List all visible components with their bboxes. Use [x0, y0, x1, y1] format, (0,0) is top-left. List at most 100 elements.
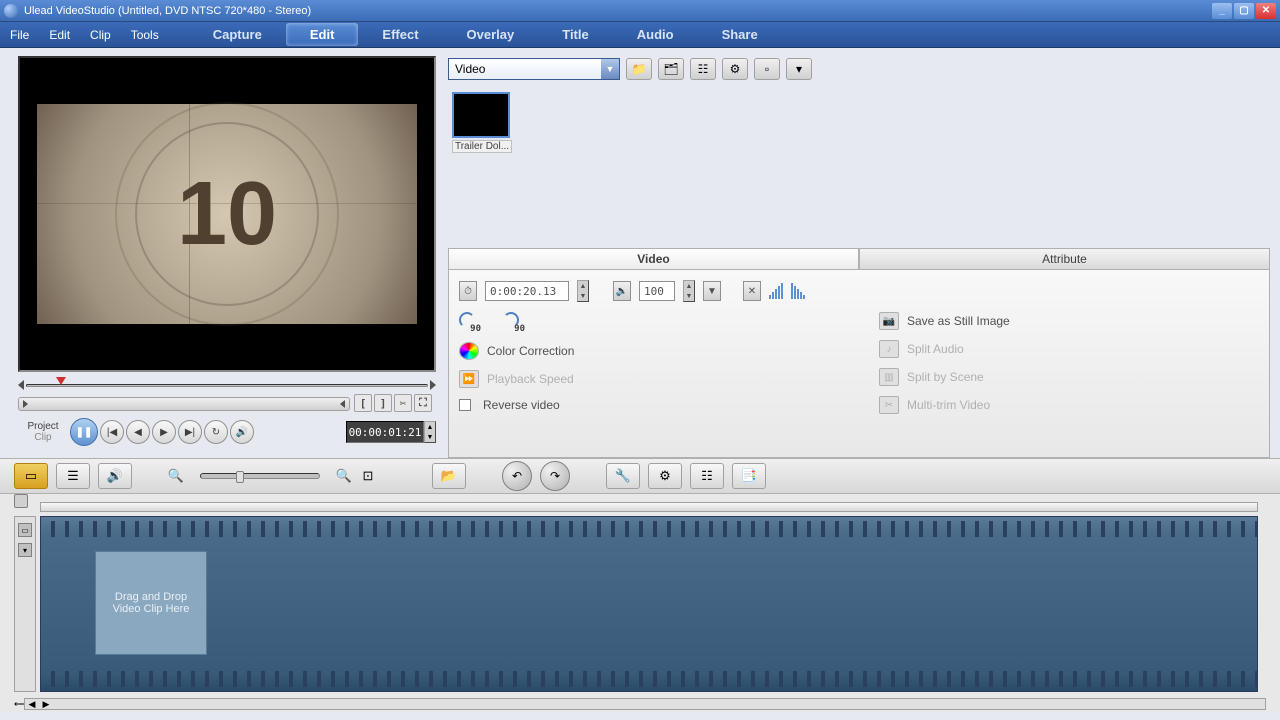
- system-volume-button[interactable]: 🔊: [230, 420, 254, 444]
- split-audio-button[interactable]: ♪ Split Audio: [879, 340, 1259, 358]
- trim-bar[interactable]: [18, 397, 350, 411]
- step-capture[interactable]: Capture: [189, 23, 286, 46]
- options-tabs: Video Attribute: [448, 248, 1270, 270]
- fit-project-button[interactable]: ⊡: [360, 463, 376, 489]
- duration-spinner[interactable]: ▲▼: [577, 280, 589, 302]
- rotate-buttons: 90 90: [459, 312, 839, 332]
- preview-window[interactable]: 10: [18, 56, 436, 372]
- split-clip-button[interactable]: ✂: [394, 394, 412, 412]
- zoom-in-icon[interactable]: 🔍: [336, 463, 352, 489]
- library-clip-1[interactable]: Trailer Dol...: [452, 92, 512, 153]
- timeline-scrollbar[interactable]: ◀ ▶: [24, 698, 1266, 710]
- minimize-button[interactable]: _: [1212, 3, 1232, 19]
- save-still-button[interactable]: 📷 Save as Still Image: [879, 312, 1259, 330]
- volume-spinner[interactable]: ▲▼: [683, 280, 695, 302]
- step-edit[interactable]: Edit: [286, 23, 359, 46]
- redo-button[interactable]: ↷: [540, 461, 570, 491]
- playback-speed-button[interactable]: ⏩ Playback Speed: [459, 370, 839, 388]
- menu-tools[interactable]: Tools: [121, 28, 169, 42]
- zoom-slider[interactable]: [200, 473, 320, 479]
- rotate-ccw-button[interactable]: 90: [459, 312, 481, 332]
- menu-edit[interactable]: Edit: [39, 28, 80, 42]
- library-category-select[interactable]: Video ▼: [448, 58, 620, 80]
- close-button[interactable]: ✕: [1256, 3, 1276, 19]
- insert-media-button[interactable]: 🗂: [658, 58, 684, 80]
- extra-button[interactable]: ▫: [754, 58, 780, 80]
- step-overlay[interactable]: Overlay: [443, 23, 539, 46]
- storyboard-track[interactable]: Drag and Drop Video Clip Here: [40, 516, 1258, 692]
- home-button[interactable]: |◀: [100, 420, 124, 444]
- drop-hint[interactable]: Drag and Drop Video Clip Here: [95, 551, 207, 655]
- timeline-toolbar: ▭ ☰ 🔊 🔍 🔍 ⊡ 📂 ↶ ↷ 🔧 ⚙ ☷ 📑: [0, 458, 1280, 494]
- storyboard-view-button[interactable]: ▭: [14, 463, 48, 489]
- fade-out-button[interactable]: [791, 283, 805, 299]
- track-manager-button[interactable]: ☷: [690, 463, 724, 489]
- timeline-collapse-button[interactable]: [14, 494, 28, 508]
- fade-in-button[interactable]: [769, 283, 783, 299]
- step-effect[interactable]: Effect: [358, 23, 442, 46]
- timecode-spinner[interactable]: ▲▼: [424, 421, 436, 443]
- tab-attribute[interactable]: Attribute: [859, 248, 1270, 270]
- split-scene-button[interactable]: ▥ Split by Scene: [879, 368, 1259, 386]
- library-manager-button[interactable]: ⚙: [722, 58, 748, 80]
- load-video-button[interactable]: 📁: [626, 58, 652, 80]
- reverse-video-checkbox[interactable]: Reverse video: [459, 398, 839, 412]
- color-correction-button[interactable]: Color Correction: [459, 342, 839, 360]
- menu-file[interactable]: File: [0, 28, 39, 42]
- thumbnail-image: [452, 92, 510, 138]
- volume-icon: 🔈: [613, 281, 631, 301]
- scrubber[interactable]: [18, 376, 436, 392]
- end-button[interactable]: ▶|: [178, 420, 202, 444]
- scroll-right-button[interactable]: ▶: [39, 699, 53, 710]
- dropdown-icon: ▼: [601, 59, 619, 79]
- multitrim-button[interactable]: ✂ Multi-trim Video: [879, 396, 1259, 414]
- timeline-view-button[interactable]: ☰: [56, 463, 90, 489]
- chapter-button[interactable]: 📑: [732, 463, 766, 489]
- scrubber-thumb[interactable]: [56, 377, 66, 385]
- expand-library-button[interactable]: ▾: [786, 58, 812, 80]
- mark-out-button[interactable]: ]: [374, 394, 392, 412]
- enlarge-button[interactable]: ⛶: [414, 394, 432, 412]
- mark-in-button[interactable]: [: [354, 394, 372, 412]
- volume-dropdown[interactable]: ▼: [703, 281, 721, 301]
- zoom-out-icon[interactable]: 🔍: [168, 463, 184, 489]
- scroll-left-button[interactable]: ◀: [25, 699, 39, 710]
- options-panel-container: Video ▼ 📁 🗂 ☷ ⚙ ▫ ▾ Trailer Dol... Video…: [448, 48, 1280, 458]
- app-icon: [4, 4, 18, 18]
- step-share[interactable]: Share: [698, 23, 782, 46]
- mute-button[interactable]: ✕: [743, 281, 761, 301]
- smart-proxy-button[interactable]: 🔧: [606, 463, 640, 489]
- sort-button[interactable]: ☷: [690, 58, 716, 80]
- prev-frame-button[interactable]: ◀: [126, 420, 150, 444]
- batch-convert-button[interactable]: ⚙: [648, 463, 682, 489]
- library-thumbnails: Trailer Dol...: [448, 88, 1270, 248]
- maximize-button[interactable]: ▢: [1234, 3, 1254, 19]
- timecode-display[interactable]: 00:00:01:21: [346, 421, 424, 443]
- multitrim-icon: ✂: [879, 396, 899, 414]
- checkbox-icon: [459, 399, 471, 411]
- repeat-button[interactable]: ↻: [204, 420, 228, 444]
- playback-mode[interactable]: Project Clip: [18, 421, 68, 443]
- track-header-video[interactable]: ▭: [18, 523, 32, 537]
- audio-view-button[interactable]: 🔊: [98, 463, 132, 489]
- insert-media-files-button[interactable]: 📂: [432, 463, 466, 489]
- volume-field[interactable]: 100: [639, 281, 675, 301]
- tab-video[interactable]: Video: [448, 248, 859, 270]
- pause-button[interactable]: ❚❚: [70, 418, 98, 446]
- preview-panel: 10 [ ] ✂ ⛶ Project Clip ❚❚: [0, 48, 448, 458]
- split-audio-icon: ♪: [879, 340, 899, 358]
- timeline-ruler[interactable]: [40, 502, 1258, 512]
- duration-field[interactable]: 0:00:20.13: [485, 281, 569, 301]
- next-frame-button[interactable]: ▶: [152, 420, 176, 444]
- step-audio[interactable]: Audio: [613, 23, 698, 46]
- undo-button[interactable]: ↶: [502, 461, 532, 491]
- film-perforation-top: [41, 521, 1257, 537]
- rotate-cw-button[interactable]: 90: [503, 312, 525, 332]
- track-header-toggle[interactable]: ▾: [18, 543, 32, 557]
- transport-controls: Project Clip ❚❚ |◀ ◀ ▶ ▶| ↻ 🔊 00:00:01:2…: [18, 418, 436, 446]
- menu-clip[interactable]: Clip: [80, 28, 121, 42]
- step-tabs: Capture Edit Effect Overlay Title Audio …: [189, 23, 1280, 46]
- camera-icon: 📷: [879, 312, 899, 330]
- timeline-track-headers: ▭ ▾: [14, 516, 36, 692]
- step-title[interactable]: Title: [538, 23, 613, 46]
